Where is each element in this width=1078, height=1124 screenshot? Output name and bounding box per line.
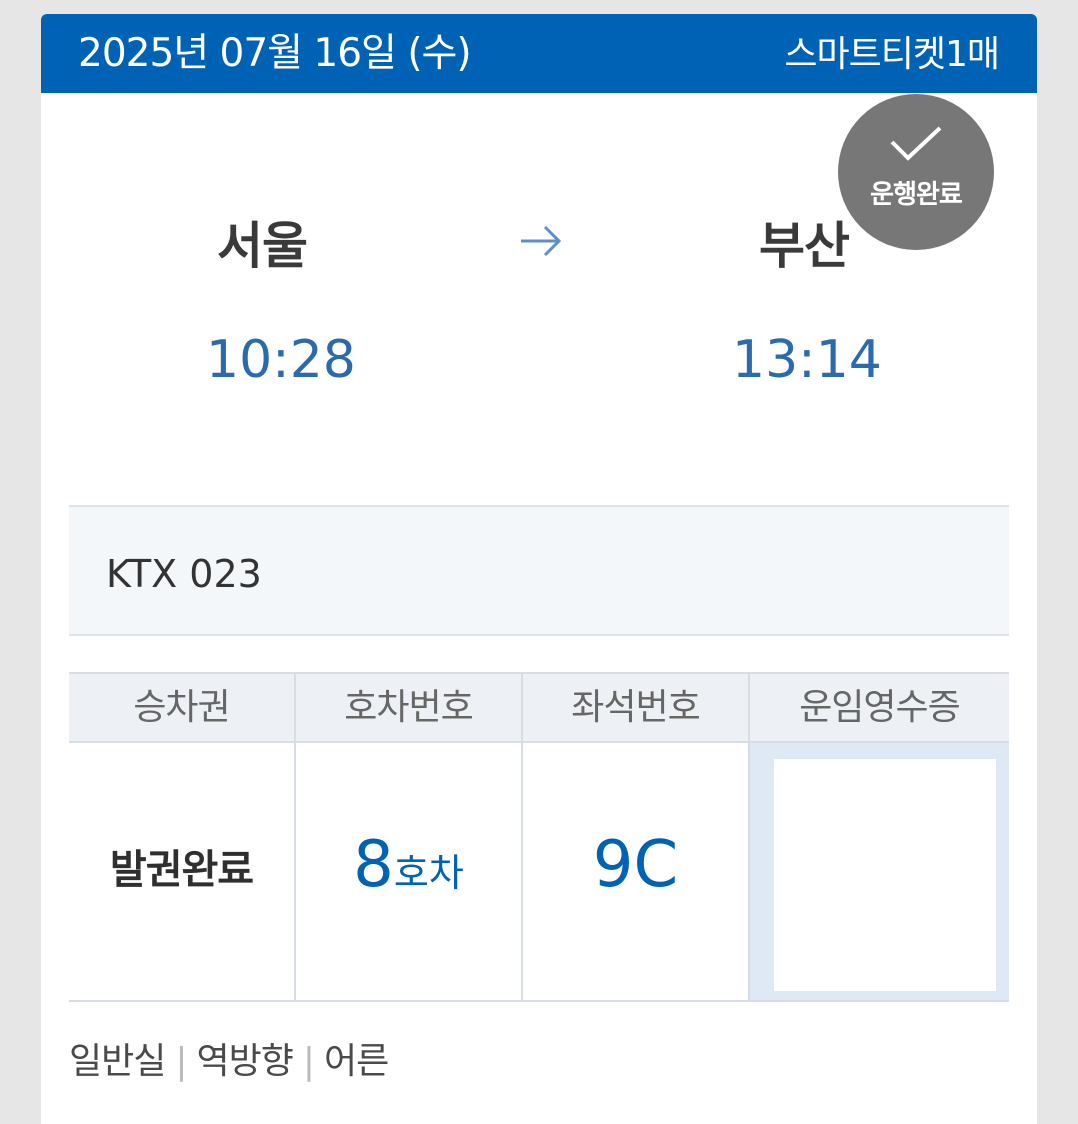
fare-receipt-button[interactable] (750, 743, 1009, 1000)
column-divider (294, 672, 296, 1002)
ticket-status: 발권완료 (109, 847, 254, 893)
departure-station: 서울 (217, 217, 308, 275)
seat-info: 일반실 | 역방향 | 어른 (69, 1041, 389, 1082)
arrival-time: 13:14 (732, 330, 882, 390)
header-car-number: 호차번호 (344, 687, 473, 728)
car-number-value: 8 (353, 828, 394, 902)
details-value-row: 발권완료 8호차 9C (69, 743, 1009, 1002)
arrival-station: 부산 (759, 217, 850, 275)
ticket-details-grid: 승차권 호차번호 좌석번호 운임영수증 발권완료 8호차 9C (69, 672, 1009, 1002)
status-badge: 운행완료 (838, 94, 994, 250)
header-ticket: 승차권 (133, 687, 230, 728)
seat-direction: 역방향 (196, 1041, 294, 1082)
arrow-right-icon (521, 225, 562, 257)
fare-receipt-area (774, 759, 996, 991)
train-name: KTX 023 (106, 552, 262, 596)
header-fare-receipt: 운임영수증 (799, 687, 961, 728)
seat-class: 일반실 (69, 1041, 166, 1082)
ticket-count: 스마트티켓1매 (784, 34, 1000, 75)
column-divider (521, 672, 523, 1002)
header-seat-number: 좌석번호 (571, 687, 700, 728)
car-number-unit: 호차 (393, 851, 464, 895)
column-divider (748, 672, 750, 1002)
travel-date: 2025년 07월 16일 (수) (78, 31, 472, 76)
separator: | (175, 1041, 187, 1082)
check-icon (890, 126, 942, 161)
ticket-card: 2025년 07월 16일 (수) 스마트티켓1매 서울 부산 10:28 13… (41, 14, 1037, 1124)
status-badge-label: 운행완료 (870, 180, 963, 210)
passenger-type: 어른 (324, 1041, 389, 1082)
ticket-header: 2025년 07월 16일 (수) 스마트티켓1매 (41, 14, 1037, 93)
seat-number: 9C (592, 828, 679, 902)
separator: | (302, 1041, 315, 1082)
details-header-row: 승차권 호차번호 좌석번호 운임영수증 (69, 672, 1009, 743)
car-number: 8호차 (296, 829, 521, 901)
departure-time: 10:28 (206, 330, 356, 390)
train-info: KTX 023 (69, 505, 1009, 636)
